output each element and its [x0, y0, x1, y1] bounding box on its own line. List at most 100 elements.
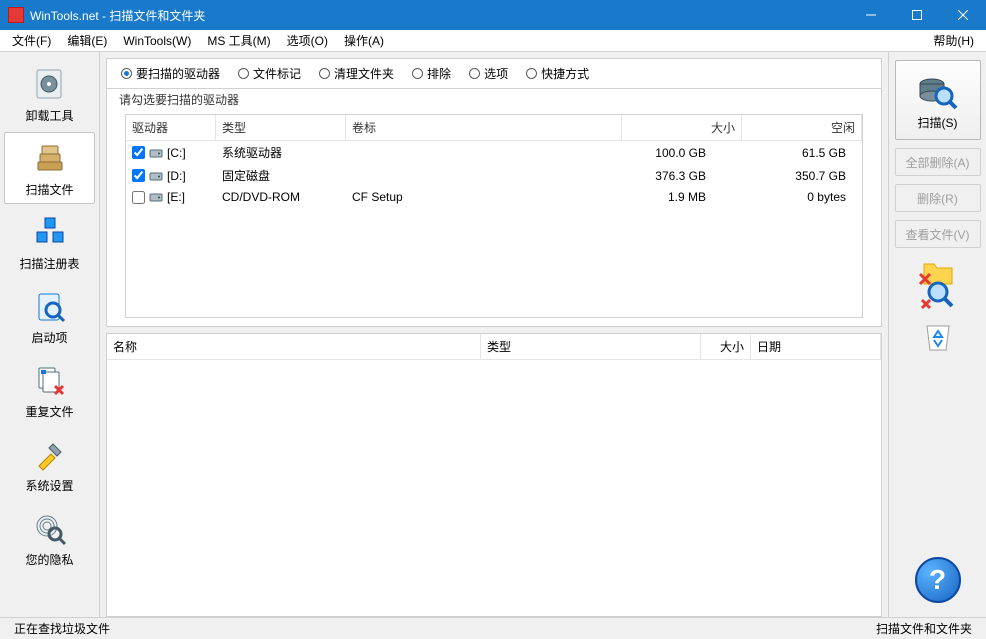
button-label: 删除(R)	[917, 190, 958, 207]
tab-label: 选项	[484, 65, 508, 82]
tab-shortcuts[interactable]: 快捷方式	[518, 63, 597, 84]
result-table: 名称 类型 大小 日期	[106, 333, 882, 617]
tab-cleanfolders[interactable]: 清理文件夹	[311, 63, 402, 84]
result-table-body[interactable]	[107, 360, 881, 616]
sidebar-item-dupfiles[interactable]: 重复文件	[4, 354, 95, 426]
col-label[interactable]: 卷标	[346, 115, 622, 140]
sidebar-item-label: 卸载工具	[25, 107, 73, 124]
col-size[interactable]: 大小	[701, 334, 751, 359]
menu-help[interactable]: 帮助(H)	[925, 30, 982, 51]
view-file-button[interactable]: 查看文件(V)	[895, 220, 981, 248]
sidebar-item-label: 重复文件	[25, 403, 73, 420]
files-stack-icon	[30, 139, 70, 179]
cd-box-icon	[30, 65, 70, 105]
drive-type: CD/DVD-ROM	[222, 190, 352, 204]
drive-type: 系统驱动器	[222, 144, 352, 161]
status-right: 扫描文件和文件夹	[870, 620, 978, 637]
tab-label: 快捷方式	[541, 65, 589, 82]
table-row[interactable]: [E:]CD/DVD-ROMCF Setup1.9 MB0 bytes	[126, 187, 862, 207]
sidebar-item-label: 扫描文件	[25, 181, 73, 198]
scan-button[interactable]: 扫描(S)	[895, 60, 981, 140]
result-table-header: 名称 类型 大小 日期	[107, 334, 881, 360]
menubar: 文件(F) 编辑(E) WinTools(W) MS 工具(M) 选项(O) 操…	[0, 30, 986, 52]
sidebar-item-label: 启动项	[31, 329, 67, 346]
drive-checkbox[interactable]	[132, 146, 145, 159]
sidebar-item-scanfiles[interactable]: 扫描文件	[4, 132, 95, 204]
main-area: 卸载工具 扫描文件 扫描注册表 启动项 重复文件	[0, 52, 986, 617]
drive-free: 0 bytes	[736, 190, 856, 204]
col-date[interactable]: 日期	[751, 334, 881, 359]
cubes-icon	[30, 213, 70, 253]
drive-name: [E:]	[167, 190, 185, 204]
tab-label: 清理文件夹	[334, 65, 394, 82]
sidebar-item-sysopt[interactable]: 系统设置	[4, 428, 95, 500]
button-label: 全部删除(A)	[906, 154, 970, 171]
drive-table: 驱动器 类型 卷标 大小 空闲 [C:] 系统驱动器 100.0 GB61.5 GB…	[125, 114, 863, 318]
drive-size: 376.3 GB	[616, 169, 736, 183]
help-button[interactable]: ?	[915, 557, 961, 603]
center-panel: 要扫描的驱动器 文件标记 清理文件夹 排除 选项 快捷方式 请勾选要扫描的驱动器…	[100, 52, 888, 617]
tab-drives[interactable]: 要扫描的驱动器	[113, 63, 228, 84]
drive-type: 固定磁盘	[222, 167, 352, 184]
drive-table-header: 驱动器 类型 卷标 大小 空闲	[126, 115, 862, 141]
col-free[interactable]: 空闲	[742, 115, 862, 140]
delete-all-button[interactable]: 全部删除(A)	[895, 148, 981, 176]
status-left: 正在查找垃圾文件	[8, 620, 116, 637]
tab-row: 要扫描的驱动器 文件标记 清理文件夹 排除 选项 快捷方式	[106, 58, 882, 89]
sidebar-item-label: 扫描注册表	[19, 255, 79, 272]
drive-name: [D:]	[167, 169, 186, 183]
drive-size: 100.0 GB	[616, 146, 736, 160]
right-panel: 扫描(S) 全部删除(A) 删除(R) 查看文件(V) ?	[888, 52, 986, 617]
sidebar-item-privacy[interactable]: 您的隐私	[4, 502, 95, 574]
tab-options[interactable]: 选项	[461, 63, 516, 84]
titlebar: WinTools.net - 扫描文件和文件夹	[0, 0, 986, 30]
disk-icon	[149, 146, 163, 160]
menu-edit[interactable]: 编辑(E)	[59, 30, 115, 51]
drive-free: 350.7 GB	[736, 169, 856, 183]
col-type[interactable]: 类型	[481, 334, 701, 359]
magnifier-doc-icon	[30, 287, 70, 327]
minimize-button[interactable]	[848, 0, 894, 30]
menu-wintools[interactable]: WinTools(W)	[115, 32, 199, 50]
documents-x-icon	[30, 361, 70, 401]
col-size[interactable]: 大小	[622, 115, 742, 140]
disk-icon	[149, 169, 163, 183]
drive-size: 1.9 MB	[616, 190, 736, 204]
maximize-button[interactable]	[894, 0, 940, 30]
tab-label: 排除	[427, 65, 451, 82]
tools-icon	[30, 435, 70, 475]
tab-label: 文件标记	[253, 65, 301, 82]
tab-filemask[interactable]: 文件标记	[230, 63, 309, 84]
sidebar-item-startup[interactable]: 启动项	[4, 280, 95, 352]
drive-free: 61.5 GB	[736, 146, 856, 160]
app-icon	[8, 7, 24, 23]
folder-x-search-icon[interactable]	[918, 262, 958, 310]
menu-actions[interactable]: 操作(A)	[336, 30, 392, 51]
fingerprint-search-icon	[30, 509, 70, 549]
col-name[interactable]: 名称	[107, 334, 481, 359]
recycle-bin-icon[interactable]	[923, 320, 953, 354]
menu-options[interactable]: 选项(O)	[279, 30, 336, 51]
button-label: 查看文件(V)	[906, 226, 970, 243]
col-drive[interactable]: 驱动器	[126, 115, 216, 140]
menu-file[interactable]: 文件(F)	[4, 30, 59, 51]
drive-checkbox[interactable]	[132, 191, 145, 204]
sidebar-item-uninstall[interactable]: 卸载工具	[4, 58, 95, 130]
sidebar-item-scanreg[interactable]: 扫描注册表	[4, 206, 95, 278]
drive-checkbox[interactable]	[132, 169, 145, 182]
table-row[interactable]: [C:] 系统驱动器 100.0 GB61.5 GB	[126, 141, 862, 164]
drive-groupbox: 请勾选要扫描的驱动器 驱动器 类型 卷标 大小 空闲 [C:] 系统驱动器 100.…	[106, 89, 882, 327]
disk-icon	[149, 190, 163, 204]
tab-exclude[interactable]: 排除	[404, 63, 459, 84]
drive-group-label: 请勾选要扫描的驱动器	[115, 93, 243, 107]
drive-name: [C:]	[167, 146, 186, 160]
close-button[interactable]	[940, 0, 986, 30]
button-label: 扫描(S)	[918, 114, 958, 131]
col-type[interactable]: 类型	[216, 115, 346, 140]
window-title: WinTools.net - 扫描文件和文件夹	[30, 7, 848, 24]
tab-label: 要扫描的驱动器	[136, 65, 220, 82]
right-icon-group	[918, 262, 958, 354]
delete-button[interactable]: 删除(R)	[895, 184, 981, 212]
menu-mstools[interactable]: MS 工具(M)	[199, 30, 278, 51]
table-row[interactable]: [D:] 固定磁盘 376.3 GB350.7 GB	[126, 164, 862, 187]
